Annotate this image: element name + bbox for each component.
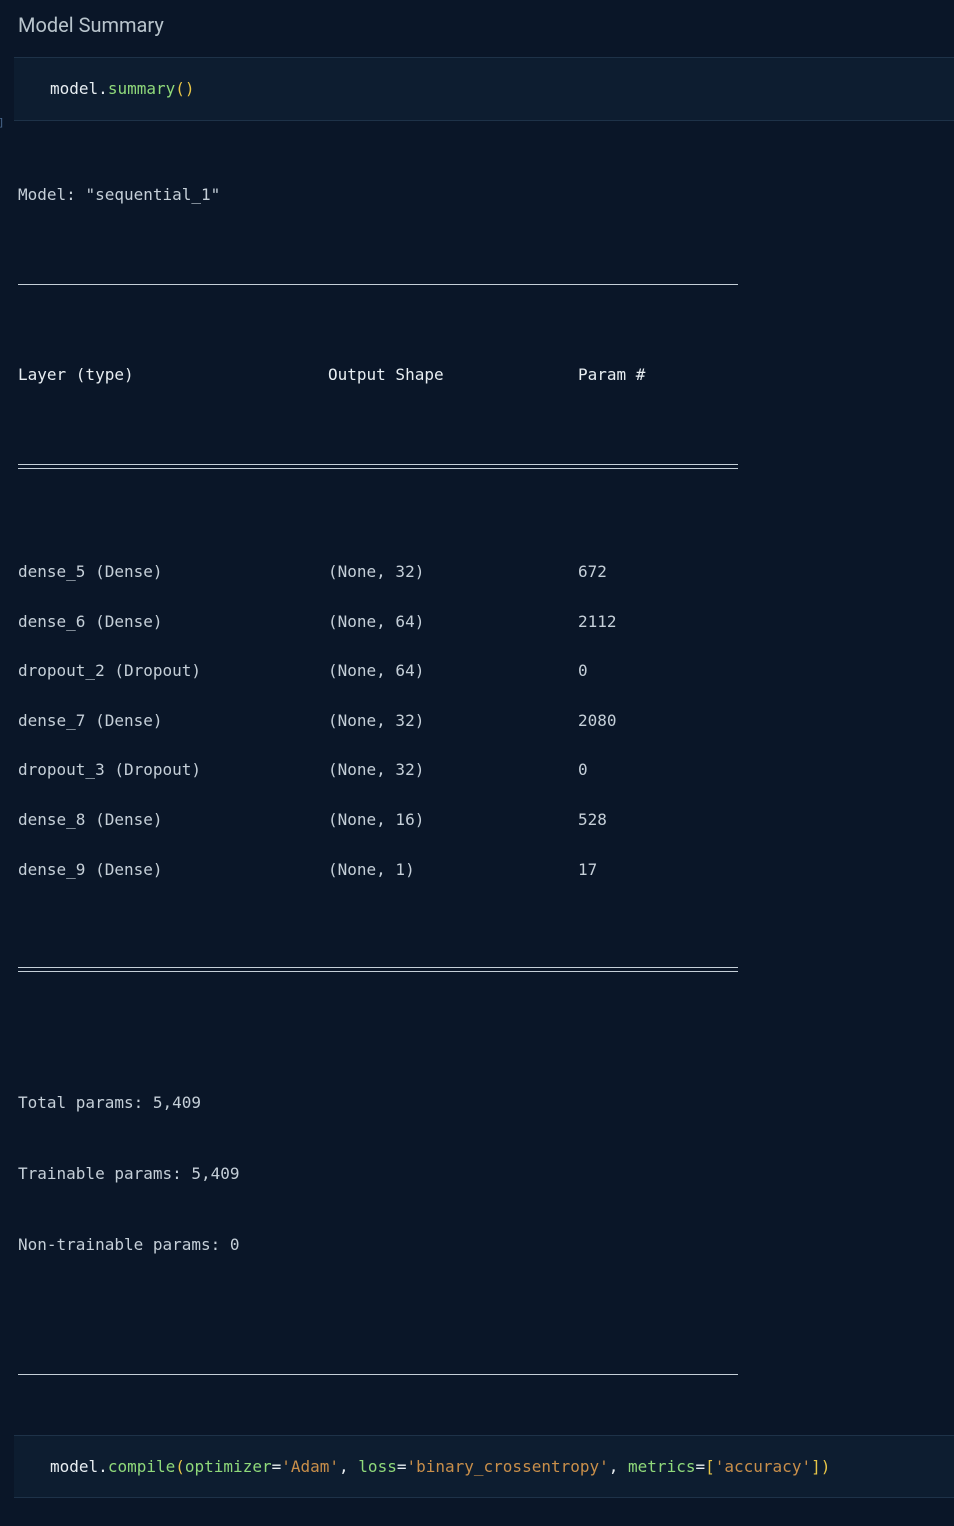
- cell-layer: dropout_2 (Dropout): [18, 646, 328, 696]
- code-cell-summary[interactable]: model.summary(): [14, 57, 954, 121]
- table-rule: [18, 284, 738, 285]
- cell-param: 0: [578, 646, 738, 696]
- cell-layer: dropout_3 (Dropout): [18, 745, 328, 795]
- model-name-line: Model: "sequential_1": [18, 184, 954, 206]
- code-line: model.summary(): [50, 78, 918, 100]
- code-token: =: [397, 1457, 407, 1476]
- code-token: .: [98, 79, 108, 98]
- code-token: compile: [108, 1457, 175, 1476]
- table-row: dense_6 (Dense)(None, 64)2112: [18, 597, 738, 647]
- code-cell-compile[interactable]: model.compile(optimizer='Adam', loss='bi…: [14, 1435, 954, 1499]
- code-token: metrics: [628, 1457, 695, 1476]
- cell-layer: dense_5 (Dense): [18, 547, 328, 597]
- code-token: summary: [108, 79, 175, 98]
- summary-footer: Total params: 5,409 Trainable params: 5,…: [18, 1046, 954, 1302]
- table-rule-double: [18, 967, 738, 973]
- cell-param: 672: [578, 547, 738, 597]
- table-header-row: Layer (type) Output Shape Param #: [18, 358, 738, 392]
- cell-shape: (None, 1): [328, 845, 578, 895]
- trainable-params: Trainable params: 5,409: [18, 1160, 954, 1188]
- header-shape: Output Shape: [328, 358, 578, 392]
- code-token: .: [98, 1457, 108, 1476]
- code-token: optimizer: [185, 1457, 272, 1476]
- code-token: ]: [811, 1457, 821, 1476]
- code-token: [: [705, 1457, 715, 1476]
- code-token: ): [821, 1457, 831, 1476]
- cell-shape: (None, 32): [328, 547, 578, 597]
- cell-param: 2080: [578, 696, 738, 746]
- table-row: dense_5 (Dense)(None, 32)672: [18, 547, 738, 597]
- code-token: (: [175, 1457, 185, 1476]
- cell-shape: (None, 32): [328, 745, 578, 795]
- table-rule-double: [18, 464, 738, 470]
- cell-param: 528: [578, 795, 738, 845]
- code-token: (): [175, 79, 194, 98]
- table-row: dense_7 (Dense)(None, 32)2080: [18, 696, 738, 746]
- cell-layer: dense_6 (Dense): [18, 597, 328, 647]
- header-layer: Layer (type): [18, 358, 328, 392]
- code-token: model: [50, 79, 98, 98]
- cell-shape: (None, 64): [328, 646, 578, 696]
- section-header: Model Summary: [0, 8, 954, 53]
- cell-param: 2112: [578, 597, 738, 647]
- cell-layer: dense_9 (Dense): [18, 845, 328, 895]
- cell-layer: dense_8 (Dense): [18, 795, 328, 845]
- code-token: ,: [609, 1457, 628, 1476]
- cell-index-marker: ]: [0, 116, 5, 131]
- cell-layer: dense_7 (Dense): [18, 696, 328, 746]
- table-row: dropout_3 (Dropout)(None, 32)0: [18, 745, 738, 795]
- code-line: model.compile(optimizer='Adam', loss='bi…: [50, 1456, 918, 1478]
- non-trainable-params: Non-trainable params: 0: [18, 1231, 954, 1259]
- cell-shape: (None, 64): [328, 597, 578, 647]
- model-name: "sequential_1": [85, 185, 220, 204]
- header-param: Param #: [578, 358, 738, 392]
- code-token: 'Adam': [281, 1457, 339, 1476]
- code-token: 'accuracy': [715, 1457, 811, 1476]
- model-label: Model:: [18, 185, 85, 204]
- cell-shape: (None, 32): [328, 696, 578, 746]
- code-token: =: [695, 1457, 705, 1476]
- code-token: loss: [358, 1457, 397, 1476]
- code-token: ,: [339, 1457, 358, 1476]
- cell-shape: (None, 16): [328, 795, 578, 845]
- output-block: Model: "sequential_1" Layer (type) Outpu…: [0, 129, 954, 1403]
- summary-table: Layer (type) Output Shape Param #: [18, 358, 738, 392]
- summary-table-body: dense_5 (Dense)(None, 32)672dense_6 (Den…: [18, 547, 738, 894]
- table-rule: [18, 1374, 738, 1375]
- code-token: 'binary_crossentropy': [406, 1457, 608, 1476]
- table-row: dense_8 (Dense)(None, 16)528: [18, 795, 738, 845]
- code-token: =: [272, 1457, 282, 1476]
- table-row: dense_9 (Dense)(None, 1)17: [18, 845, 738, 895]
- code-token: model: [50, 1457, 98, 1476]
- total-params: Total params: 5,409: [18, 1089, 954, 1117]
- cell-param: 0: [578, 745, 738, 795]
- table-row: dropout_2 (Dropout)(None, 64)0: [18, 646, 738, 696]
- cell-param: 17: [578, 845, 738, 895]
